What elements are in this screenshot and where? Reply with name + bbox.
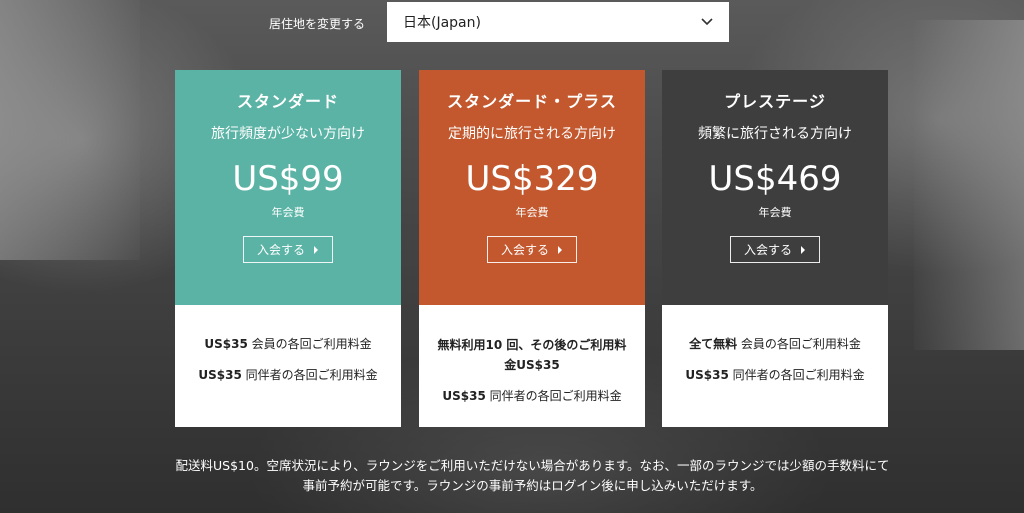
join-button[interactable]: 入会する (487, 236, 577, 263)
join-button-label: 入会する (500, 243, 549, 257)
plan-name: プレステージ (724, 92, 826, 111)
plan-card-standard: スタンダード 旅行頻度が少ない方向け US$99 年会費 入会する US$35 … (175, 70, 401, 427)
plan-header: スタンダード・プラス 定期的に旅行される方向け US$329 年会費 入会する (419, 70, 645, 305)
caret-right-icon (557, 243, 563, 257)
benefit-companion: US$35 同伴者の各回ご利用料金 (442, 389, 622, 403)
plan-card-prestige: プレステージ 頻繁に旅行される方向け US$469 年会費 入会する 全て無料 … (662, 70, 888, 427)
plan-fee-label: 年会費 (515, 206, 549, 219)
caret-right-icon (800, 243, 806, 257)
plan-price: US$329 (465, 159, 599, 199)
join-button[interactable]: 入会する (243, 236, 333, 263)
benefit-member: 全て無料 会員の各回ご利用料金 (689, 337, 861, 351)
plan-benefits: 無料利用10 回、その後のご利用料金US$35 US$35 同伴者の各回ご利用料… (419, 305, 645, 427)
residence-select[interactable]: 日本(Japan) (387, 2, 729, 42)
plan-subtitle: 頻繁に旅行される方向け (698, 126, 852, 142)
plan-subtitle: 旅行頻度が少ない方向け (211, 126, 365, 142)
plan-header: プレステージ 頻繁に旅行される方向け US$469 年会費 入会する (662, 70, 888, 305)
plan-benefits: US$35 会員の各回ご利用料金 US$35 同伴者の各回ご利用料金 (175, 305, 401, 427)
plan-name: スタンダード (236, 92, 339, 111)
plan-price: US$469 (708, 159, 842, 199)
plan-benefits: 全て無料 会員の各回ご利用料金 US$35 同伴者の各回ご利用料金 (662, 305, 888, 427)
plan-card-standard-plus: スタンダード・プラス 定期的に旅行される方向け US$329 年会費 入会する … (419, 70, 645, 427)
benefit-member: 無料利用10 回、その後のご利用料金US$35 (437, 338, 627, 372)
benefit-companion: US$35 同伴者の各回ご利用料金 (198, 368, 378, 382)
join-button-label: 入会する (743, 243, 792, 257)
plan-header: スタンダード 旅行頻度が少ない方向け US$99 年会費 入会する (175, 70, 401, 305)
plan-subtitle: 定期的に旅行される方向け (448, 126, 616, 142)
join-button-label: 入会する (256, 243, 305, 257)
plan-price: US$99 (232, 159, 344, 199)
join-button[interactable]: 入会する (730, 236, 820, 263)
chevron-down-icon (695, 10, 719, 34)
caret-right-icon (313, 243, 319, 257)
residence-selected-value: 日本(Japan) (403, 15, 481, 31)
footnote: 配送料US$10。空席状況により、ラウンジをご利用いただけない場合があります。な… (175, 458, 890, 493)
plan-name: スタンダード・プラス (447, 92, 617, 111)
plan-fee-label: 年会費 (758, 206, 792, 219)
benefit-member: US$35 会員の各回ご利用料金 (204, 337, 372, 351)
plan-fee-label: 年会費 (271, 206, 305, 219)
benefit-companion: US$35 同伴者の各回ご利用料金 (685, 368, 865, 382)
residence-label: 居住地を変更する (269, 17, 366, 31)
